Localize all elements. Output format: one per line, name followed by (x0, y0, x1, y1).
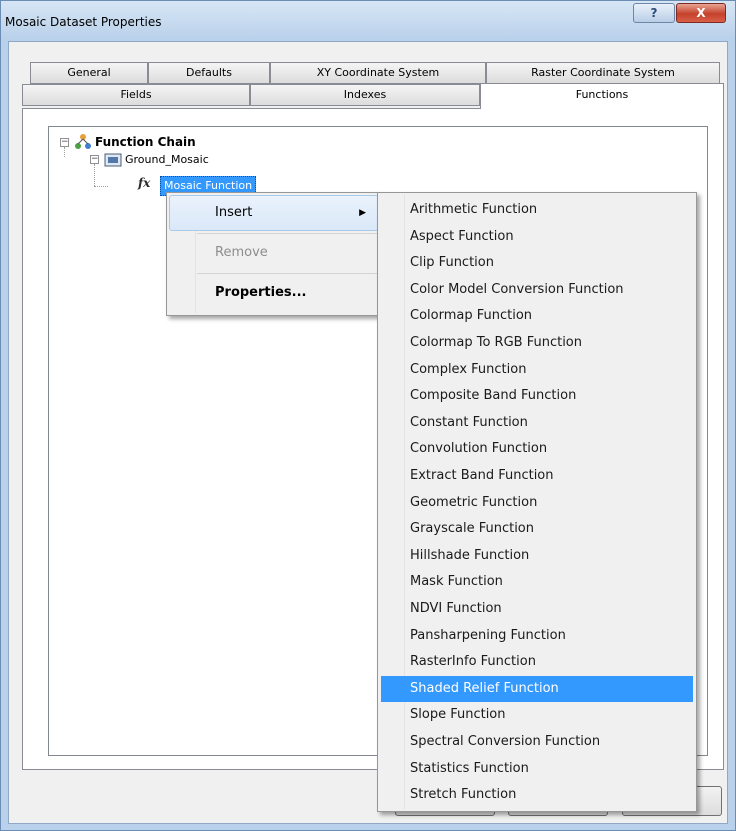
properties-menu-item[interactable]: Properties... (169, 275, 379, 311)
submenu-item-arithmetic-function[interactable]: Arithmetic Function (381, 197, 693, 223)
window-title: Mosaic Dataset Properties (5, 15, 162, 29)
submenu-item-composite-band-function[interactable]: Composite Band Function (381, 383, 693, 409)
submenu-item-ndvi-function[interactable]: NDVI Function (381, 596, 693, 622)
tab-defaults[interactable]: Defaults (148, 62, 270, 84)
menu-separator (197, 233, 377, 234)
insert-menu-item[interactable]: Insert ▶ (169, 195, 379, 231)
context-menu: Insert ▶ Remove Properties... (166, 192, 382, 316)
submenu-item-pansharpening-function[interactable]: Pansharpening Function (381, 623, 693, 649)
ground-mosaic-label[interactable]: Ground_Mosaic (125, 153, 209, 166)
submenu-item-spectral-conversion-function[interactable]: Spectral Conversion Function (381, 729, 693, 755)
tab-fields[interactable]: Fields (22, 84, 250, 106)
collapse-function-chain-icon[interactable]: − (60, 138, 69, 147)
tab-raster-coordinate-system[interactable]: Raster Coordinate System (486, 62, 720, 84)
submenu-arrow-icon: ▶ (359, 208, 366, 218)
submenu-item-colormap-to-rgb-function[interactable]: Colormap To RGB Function (381, 330, 693, 356)
collapse-ground-mosaic-icon[interactable]: − (90, 155, 99, 164)
submenu-item-statistics-function[interactable]: Statistics Function (381, 756, 693, 782)
submenu-item-aspect-function[interactable]: Aspect Function (381, 224, 693, 250)
submenu-item-extract-band-function[interactable]: Extract Band Function (381, 463, 693, 489)
function-fx-icon: fx (138, 176, 151, 190)
submenu-item-complex-function[interactable]: Complex Function (381, 357, 693, 383)
title-bar[interactable]: Mosaic Dataset Properties ? X (1, 1, 735, 41)
submenu-item-clip-function[interactable]: Clip Function (381, 250, 693, 276)
submenu-item-rasterinfo-function[interactable]: RasterInfo Function (381, 649, 693, 675)
submenu-item-geometric-function[interactable]: Geometric Function (381, 490, 693, 516)
submenu-item-hillshade-function[interactable]: Hillshade Function (381, 543, 693, 569)
insert-label: Insert (215, 205, 253, 220)
function-chain-icon (75, 134, 91, 149)
tab-functions[interactable]: Functions (480, 83, 724, 109)
tab-indexes[interactable]: Indexes (250, 84, 480, 106)
help-button[interactable]: ? (633, 3, 675, 23)
close-button[interactable]: X (676, 3, 726, 23)
insert-submenu: Arithmetic Function Aspect Function Clip F… (377, 192, 697, 812)
function-chain-label[interactable]: Function Chain (95, 135, 196, 149)
submenu-item-constant-function[interactable]: Constant Function (381, 410, 693, 436)
menu-separator (197, 273, 377, 274)
submenu-item-convolution-function[interactable]: Convolution Function (381, 436, 693, 462)
submenu-item-mask-function[interactable]: Mask Function (381, 569, 693, 595)
remove-menu-item[interactable]: Remove (169, 235, 379, 271)
submenu-item-shaded-relief-function[interactable]: Shaded Relief Function (381, 675, 693, 702)
tab-xy-coordinate-system[interactable]: XY Coordinate System (270, 62, 486, 84)
submenu-item-color-model-conversion-function[interactable]: Color Model Conversion Function (381, 277, 693, 303)
submenu-item-slope-function[interactable]: Slope Function (381, 702, 693, 728)
tab-general[interactable]: General (30, 62, 148, 84)
raster-dataset-icon (104, 153, 122, 167)
submenu-item-grayscale-function[interactable]: Grayscale Function (381, 516, 693, 542)
submenu-item-colormap-function[interactable]: Colormap Function (381, 303, 693, 329)
submenu-item-stretch-function[interactable]: Stretch Function (381, 782, 693, 808)
